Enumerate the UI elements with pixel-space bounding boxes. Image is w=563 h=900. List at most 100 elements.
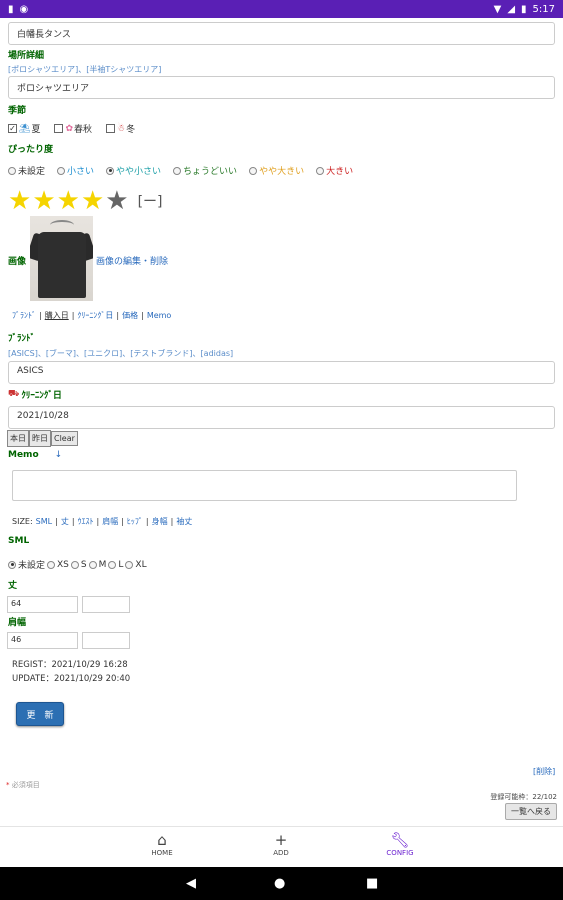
battery-icon: ▮ [521, 3, 527, 15]
plus-icon: + [274, 831, 288, 849]
memo-textarea[interactable] [12, 470, 517, 501]
rating-star-5[interactable]: ★ [105, 188, 128, 214]
link-memo[interactable]: Memo [147, 311, 172, 320]
rating-clear-button[interactable]: [ー] [138, 191, 163, 211]
sml-xs-label: XS [57, 559, 69, 570]
storage-field[interactable]: 白幡長タンス [8, 22, 555, 45]
location-hint[interactable]: [ポロシャツエリア]、[半袖Tシャツエリア] [8, 64, 161, 75]
home-circle-icon[interactable]: ● [274, 876, 285, 891]
rating-star-1[interactable]: ★ [8, 188, 31, 214]
fit-just-right-radio[interactable] [173, 166, 182, 175]
season-winter-checkbox[interactable] [106, 124, 116, 133]
size-link-hip[interactable]: ﾋｯﾌﾟ [127, 516, 143, 527]
cleaning-date-field[interactable]: 2021/10/28 [8, 406, 555, 429]
fit-label: ぴったり度 [8, 145, 54, 155]
shoulder-input[interactable]: 46 [7, 632, 78, 649]
size-link-length[interactable]: 丈 [61, 516, 69, 527]
rating-star-2[interactable]: ★ [32, 188, 55, 214]
clear-date-button[interactable]: Clear [51, 431, 78, 446]
springfall-icon: ✿ [65, 123, 73, 134]
size-link-sml[interactable]: SML [36, 517, 52, 526]
season-winter-label: 冬 [126, 125, 136, 135]
link-brand[interactable]: ﾌﾞﾗﾝﾄﾞ [12, 310, 36, 321]
back-to-list-button[interactable]: 一覧へ戻る [505, 803, 557, 820]
season-springfall-label: 春秋 [74, 125, 93, 135]
image-label: 画像 [8, 257, 27, 267]
cleaning-label: ｸﾘｰﾆﾝｸﾞ日 [21, 391, 62, 401]
memo-expand-arrow[interactable]: ↓ [55, 450, 63, 460]
fit-slightly-large-label: やや大きい [259, 167, 305, 177]
cleaning-label-row: ⛟ ｸﾘｰﾆﾝｸﾞ日 [8, 388, 62, 401]
fit-slightly-small-label: やや小さい [116, 167, 162, 177]
recents-icon[interactable]: ■ [366, 876, 378, 891]
back-icon[interactable]: ◀ [186, 876, 196, 891]
season-springfall-checkbox[interactable] [54, 124, 64, 133]
wifi-icon: ▼ [493, 3, 502, 15]
rating-stars: ★ ★ ★ ★ ★ [ー] [8, 188, 163, 214]
length-input[interactable]: 64 [7, 596, 78, 613]
link-cleaning-date[interactable]: ｸﾘｰﾆﾝｸﾞ日 [77, 310, 113, 321]
nav-add[interactable]: + ADD [251, 831, 311, 857]
section-links: ﾌﾞﾗﾝﾄﾞ | 購入日 | ｸﾘｰﾆﾝｸﾞ日 | 価格 | Memo [12, 310, 172, 321]
yesterday-button[interactable]: 昨日 [29, 430, 51, 447]
memo-label-row: Memo ↓ [8, 450, 62, 460]
link-price[interactable]: 価格 [122, 310, 138, 321]
form-content: 白幡長タンス 場所詳細 [ポロシャツエリア]、[半袖Tシャツエリア] ポロシャツ… [0, 18, 563, 826]
location-detail-field[interactable]: ポロシャツエリア [8, 76, 555, 99]
image-edit-link[interactable]: 画像の編集・削除 [96, 254, 168, 267]
season-options: ✓ ⛱ 夏 ✿ 春秋 ☃ 冬 [8, 122, 135, 135]
season-summer-checkbox[interactable]: ✓ [8, 124, 17, 133]
sml-xs-radio[interactable] [47, 560, 56, 569]
sml-l-label: L [118, 559, 124, 570]
fit-small-label: 小さい [67, 167, 95, 177]
fit-slightly-large-radio[interactable] [249, 166, 258, 175]
status-bar: ▮ ◉ ▼ ◢ ▮ 5:17 [0, 0, 563, 18]
fit-small-radio[interactable] [57, 166, 66, 175]
sml-xl-radio[interactable] [125, 560, 134, 569]
delete-link[interactable]: [削除] [533, 766, 555, 777]
fit-unset-radio[interactable] [8, 166, 16, 175]
fit-large-label: 大きい [326, 167, 354, 177]
sync-icon: ◉ [19, 3, 29, 15]
nav-config-label: CONFIG [386, 849, 414, 857]
fit-just-right-label: ちょうどいい [183, 167, 238, 177]
season-summer-label: 夏 [31, 125, 41, 135]
size-link-shoulder[interactable]: 肩幅 [102, 516, 118, 527]
length-input-2[interactable] [82, 596, 130, 613]
summer-icon: ⛱ [19, 123, 31, 134]
system-nav-bar: ◀ ● ■ [0, 867, 563, 900]
today-button[interactable]: 本日 [7, 430, 29, 447]
sml-s-label: S [80, 559, 87, 570]
link-purchase-date[interactable]: 購入日 [45, 310, 69, 321]
sml-unset-radio[interactable] [8, 560, 16, 569]
nav-home[interactable]: ⌂ HOME [132, 831, 192, 857]
sml-options: 未設定 XS S M L XL [8, 558, 147, 571]
sml-xl-label: XL [135, 559, 147, 570]
size-link-waist[interactable]: ｳｴｽﾄ [78, 516, 94, 527]
sml-m-radio[interactable] [88, 560, 97, 569]
brand-field[interactable]: ASICS [8, 361, 555, 384]
nav-config[interactable]: 🔧︎ CONFIG [370, 831, 430, 857]
size-link-sleeve[interactable]: 袖丈 [176, 516, 192, 527]
wrench-icon: 🔧︎ [390, 831, 410, 849]
status-time: 5:17 [532, 3, 555, 15]
sml-m-label: M [98, 559, 107, 570]
shoulder-input-2[interactable] [82, 632, 130, 649]
size-link-body-width[interactable]: 身幅 [152, 516, 168, 527]
fit-options: 未設定 小さい やや小さい ちょうどいい やや大きい 大きい [8, 164, 353, 177]
register-count: 登録可能枠：22/102 [490, 793, 557, 801]
rating-star-4[interactable]: ★ [81, 188, 104, 214]
fit-large-radio[interactable] [316, 166, 325, 175]
update-button[interactable]: 更 新 [16, 702, 64, 726]
cleaning-buttons: 本日 昨日 Clear [7, 430, 78, 447]
sml-l-radio[interactable] [108, 560, 117, 569]
size-links: SIZE: SML | 丈 | ｳｴｽﾄ | 肩幅 | ﾋｯﾌﾟ | 身幅 | 袖丈 [12, 516, 193, 527]
brand-hint[interactable]: [ASICS]、[ブーマ]、[ユニクロ]、[テストブランド]、[adidas] [8, 348, 233, 359]
sml-s-radio[interactable] [70, 560, 79, 569]
shirt-photo[interactable] [30, 216, 93, 301]
fit-slightly-small-radio[interactable] [106, 166, 115, 175]
rating-star-3[interactable]: ★ [57, 188, 80, 214]
shoulder-label: 肩幅 [8, 618, 27, 628]
signal-icon: ◢ [507, 3, 516, 15]
sd-card-icon: ▮ [8, 3, 14, 15]
